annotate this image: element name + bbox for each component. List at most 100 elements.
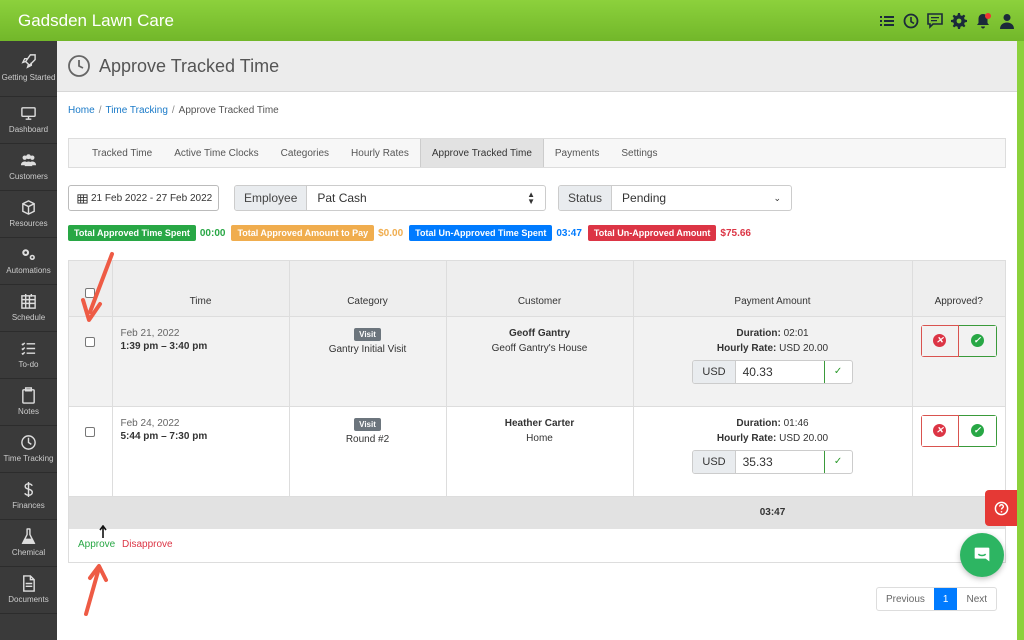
sidebar-item-notes[interactable]: Notes bbox=[0, 379, 57, 426]
flask-icon bbox=[21, 528, 36, 544]
gears-icon bbox=[22, 249, 35, 260]
sidebar-item-label: Finances bbox=[12, 500, 45, 510]
date-range-value: 21 Feb 2022 - 27 Feb 2022 bbox=[91, 192, 213, 204]
disapprove-button[interactable]: ✕ bbox=[920, 414, 959, 447]
table-header-row: Time Category Customer Payment Amount Ap… bbox=[69, 261, 1005, 316]
sidebar-item-chemical[interactable]: Chemical bbox=[0, 520, 57, 567]
header-time: Time bbox=[112, 261, 290, 316]
check-icon: ✓ bbox=[970, 424, 984, 437]
employee-select[interactable]: Employee Pat Cash ▲ ▼ bbox=[234, 185, 546, 211]
approved-pay-badge: Total Approved Amount to Pay bbox=[231, 225, 375, 241]
clock-icon[interactable] bbox=[902, 12, 920, 30]
row-time: 1:39 pm – 3:40 pm bbox=[120, 340, 208, 352]
sidebar-item-label: Time Tracking bbox=[3, 453, 54, 463]
chat-launcher-button[interactable] bbox=[960, 533, 1004, 577]
user-icon[interactable] bbox=[998, 12, 1016, 30]
page-header: Approve Tracked Time bbox=[57, 41, 1017, 92]
approved-time-badge: Total Approved Time Spent bbox=[68, 225, 196, 241]
sidebar-item-time-tracking[interactable]: Time Tracking bbox=[0, 426, 57, 473]
sidebar-item-to-do[interactable]: To-do bbox=[0, 332, 57, 379]
sidebar-item-getting-started[interactable]: Getting Started bbox=[0, 41, 57, 97]
row-duration: 01:46 bbox=[783, 417, 809, 429]
top-bar: Gadsden Lawn Care bbox=[0, 0, 1024, 41]
sort-arrows-icon: ▲ ▼ bbox=[527, 190, 535, 206]
row-date: Feb 24, 2022 bbox=[120, 417, 180, 429]
breadcrumb-home-link[interactable]: Home bbox=[68, 105, 95, 116]
sidebar-item-label: Notes bbox=[18, 406, 39, 416]
row-checkbox[interactable] bbox=[85, 426, 96, 437]
pagination-previous[interactable]: Previous bbox=[877, 588, 934, 610]
employee-label: Employee bbox=[235, 186, 308, 210]
sidebar-item-label: Dashboard bbox=[8, 124, 49, 134]
list-icon bbox=[21, 342, 36, 356]
top-icons bbox=[878, 12, 1016, 30]
sidebar-item-schedule[interactable]: Schedule bbox=[0, 285, 57, 332]
gear-icon[interactable] bbox=[950, 12, 968, 30]
breadcrumb-time-tracking-link[interactable]: Time Tracking bbox=[105, 105, 167, 116]
scrollbar-track[interactable] bbox=[1017, 41, 1024, 640]
status-value: Pending bbox=[622, 191, 667, 205]
row-location: Geoff Gantry's House bbox=[491, 342, 588, 354]
tab-settings[interactable]: Settings bbox=[610, 139, 668, 167]
clock-icon bbox=[21, 435, 36, 450]
sidebar-item-dashboard[interactable]: Dashboard bbox=[0, 97, 57, 144]
sidebar-item-resources[interactable]: Resources bbox=[0, 191, 57, 238]
sidebar-item-documents[interactable]: Documents bbox=[0, 567, 57, 614]
tab-active-time-clocks[interactable]: Active Time Clocks bbox=[163, 139, 269, 167]
unapproved-amount-badge: Total Un-Approved Amount bbox=[587, 225, 717, 241]
tab-hourly-rates[interactable]: Hourly Rates bbox=[340, 139, 420, 167]
category-badge: Visit bbox=[354, 417, 381, 431]
sidebar-item-automations[interactable]: Automations bbox=[0, 238, 57, 285]
row-checkbox[interactable] bbox=[85, 336, 96, 347]
unapproved-amount-value: $75.66 bbox=[720, 227, 751, 239]
sidebar-item-finances[interactable]: Finances bbox=[0, 473, 57, 520]
chat-icon[interactable] bbox=[926, 12, 944, 30]
pagination-next[interactable]: Next bbox=[957, 588, 996, 610]
close-icon: ✕ bbox=[933, 424, 947, 437]
save-amount-button[interactable]: ✓ bbox=[823, 450, 852, 473]
row-customer: Geoff Gantry bbox=[508, 327, 571, 339]
tab-payments[interactable]: Payments bbox=[544, 139, 610, 167]
sidebar-item-customers[interactable]: Customers bbox=[0, 144, 57, 191]
approve-toggle-group: ✕ ✓ bbox=[920, 414, 997, 447]
cube-icon bbox=[22, 200, 35, 215]
bell-icon[interactable] bbox=[974, 12, 992, 30]
annotation-arrow-bottom bbox=[84, 564, 108, 616]
calendar-icon bbox=[21, 293, 36, 309]
sidebar-item-label: Chemical bbox=[11, 547, 46, 557]
dollar-icon bbox=[24, 481, 33, 497]
status-select[interactable]: Status Pending ⌄ bbox=[558, 185, 792, 211]
header-payment-amount: Payment Amount bbox=[633, 261, 913, 316]
sidebar-item-label: Getting Started bbox=[1, 73, 56, 83]
tab-bar: Tracked Time Active Time Clocks Categori… bbox=[68, 138, 1006, 168]
sidebar-item-label: Resources bbox=[9, 218, 48, 228]
monitor-icon bbox=[21, 107, 36, 120]
duration-label: Duration: bbox=[736, 417, 781, 429]
breadcrumb-current: Approve Tracked Time bbox=[178, 105, 279, 116]
table-row: Feb 24, 2022 5:44 pm – 7:30 pm Visit Round… bbox=[69, 405, 1005, 496]
payment-amount-input[interactable]: 40.33 bbox=[736, 361, 824, 383]
status-label: Status bbox=[559, 186, 613, 210]
save-amount-button[interactable]: ✓ bbox=[823, 360, 852, 383]
currency-label: USD bbox=[693, 450, 736, 473]
duration-label: Duration: bbox=[736, 327, 781, 339]
breadcrumb-separator: / bbox=[171, 105, 175, 116]
pagination-page-1[interactable]: 1 bbox=[933, 588, 958, 610]
approve-button[interactable]: ✓ bbox=[958, 324, 997, 357]
date-range-picker[interactable]: 21 Feb 2022 - 27 Feb 2022 bbox=[68, 185, 219, 211]
checklist-icon[interactable] bbox=[878, 12, 896, 30]
currency-label: USD bbox=[693, 360, 736, 383]
tab-approve-tracked-time[interactable]: Approve Tracked Time bbox=[419, 139, 544, 167]
disapprove-button[interactable]: ✕ bbox=[920, 324, 959, 357]
help-button[interactable] bbox=[985, 490, 1017, 526]
calendar-icon bbox=[77, 193, 88, 204]
payment-amount-input[interactable]: 35.33 bbox=[736, 451, 824, 473]
bulk-disapprove-link[interactable]: Disapprove bbox=[122, 539, 173, 550]
bulk-approve-link[interactable]: Approve bbox=[78, 539, 115, 550]
tracked-time-table: Time Category Customer Payment Amount Ap… bbox=[68, 260, 1006, 563]
approve-button[interactable]: ✓ bbox=[958, 414, 997, 447]
app-title: Gadsden Lawn Care bbox=[18, 10, 174, 30]
tab-tracked-time[interactable]: Tracked Time bbox=[81, 139, 163, 167]
sidebar-item-label: Schedule bbox=[11, 312, 46, 322]
tab-categories[interactable]: Categories bbox=[270, 139, 340, 167]
